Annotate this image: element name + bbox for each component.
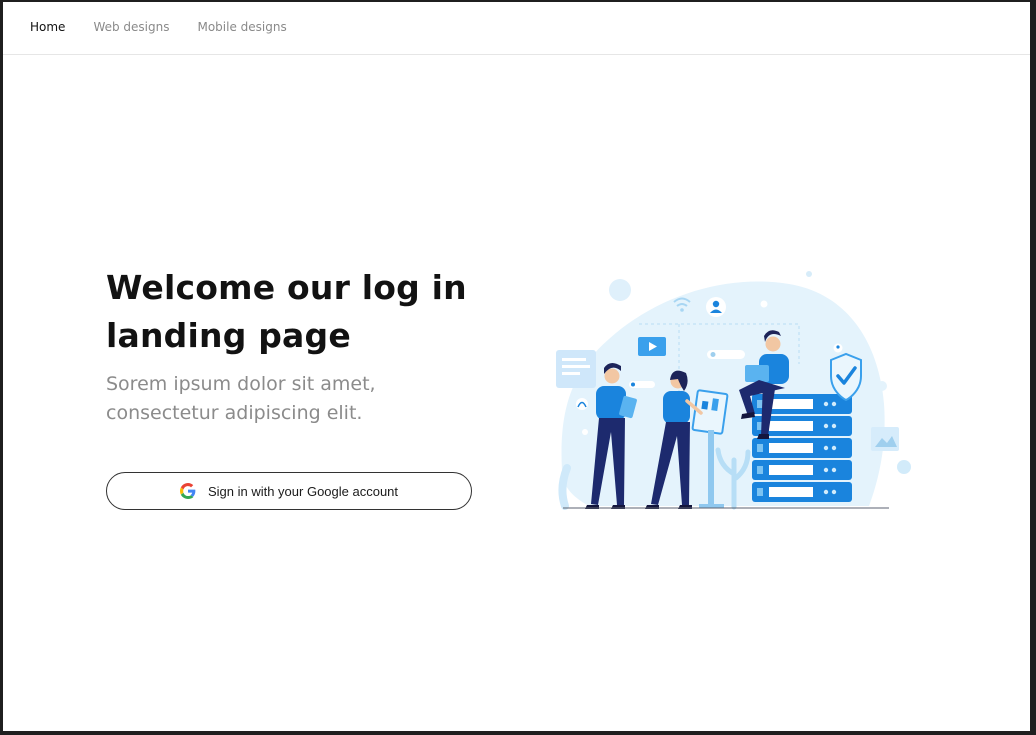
google-sign-in-button[interactable]: Sign in with your Google account: [106, 472, 472, 510]
nav-web-designs[interactable]: Web designs: [93, 20, 169, 34]
google-button-label: Sign in with your Google account: [207, 483, 399, 499]
nav-home[interactable]: Home: [30, 20, 65, 34]
hero-title: Welcome our log in landing page: [106, 268, 467, 355]
google-icon: [179, 483, 196, 499]
nav-mobile-designs[interactable]: Mobile designs: [197, 20, 286, 34]
hero-subtitle: Sorem ipsum dolor sit amet, consectetur …: [106, 373, 376, 424]
page-frame: Home Web designs Mobile designs Welcome …: [3, 2, 1030, 731]
team-security-illustration: [549, 264, 917, 512]
top-navigation: Home Web designs Mobile designs: [3, 2, 1030, 55]
hero-text: Welcome our log in landing page Sorem ip…: [106, 264, 526, 428]
nav-menu: Home Web designs Mobile designs: [30, 20, 287, 34]
